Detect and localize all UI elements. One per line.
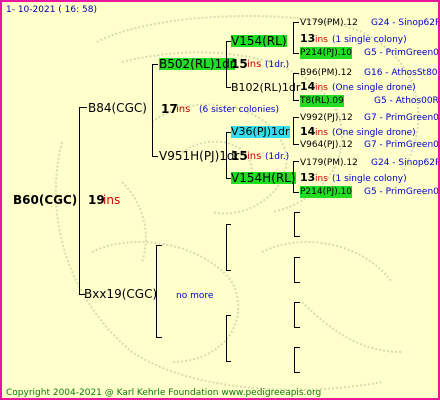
g2-connector-bottom [293, 100, 299, 101]
queen-p2[interactable]: Bxx19(CGC) [84, 288, 157, 300]
g3-connector-bottom [293, 144, 299, 145]
queen-p1a[interactable]: B502(RL)1dr [159, 58, 235, 70]
g3-count: 14 [300, 125, 316, 138]
empty-branch-f-bottom [294, 372, 300, 373]
empty-branch-b-bottom [226, 361, 231, 362]
empty-branch-d-bottom [294, 282, 300, 283]
empty-branch-c [294, 212, 295, 237]
empty-branch-a [226, 224, 227, 271]
p1-connector-top [152, 64, 158, 65]
g3-connector-top [293, 117, 299, 118]
empty-branch-b [226, 315, 227, 362]
g4-connector-top [293, 161, 299, 162]
empty-branch-d-top [294, 257, 300, 258]
p2-connector-bottom [156, 337, 162, 338]
p1-ins: ins [176, 104, 191, 115]
leaf-10-right: G5 - PrimGreen00 [364, 187, 440, 197]
leaf-9-note: (1 single colony) [332, 174, 407, 184]
p2-note: no more [176, 291, 214, 301]
leaf-2-ins: ins [315, 35, 328, 45]
leaf-2-count: 13 [300, 32, 316, 45]
p1b-note: (1dr.) [265, 152, 290, 162]
g3-ins: ins [315, 128, 328, 138]
p1-note: (6 sister colonies) [199, 105, 280, 115]
empty-branch-a-top [226, 224, 231, 225]
empty-branch-b-top [226, 315, 231, 316]
empty-branch-f-top [294, 347, 300, 348]
leaf-6-left[interactable]: V992(PJ).12 [300, 112, 353, 124]
leaf-6-right: G7 - PrimGreen00 [364, 113, 440, 123]
empty-branch-c-bottom [294, 236, 300, 237]
g2-connector [293, 73, 294, 101]
empty-branch-c-top [294, 212, 300, 213]
g4-connector-bottom [293, 192, 299, 193]
pedigree-frame: 1- 10-2021 ( 16: 58) B60(CGC) 19 ins B84… [0, 0, 440, 400]
p1-connector-bottom [152, 156, 158, 157]
leaf-9-count: 13 [300, 171, 316, 184]
g2-ins: ins [315, 83, 328, 93]
g4-connector [293, 161, 294, 193]
copyright-footer: Copyright 2004-2021 @ Karl Kehrle Founda… [6, 388, 322, 398]
g2-connector-top [293, 73, 299, 74]
root-connector [79, 107, 80, 295]
queen-p1b[interactable]: V951H(PJ)1dr [159, 150, 239, 162]
queen-g1[interactable]: V154(RL) [231, 35, 287, 47]
leaf-5-left[interactable]: T8(RL).09 [300, 95, 344, 107]
empty-branch-e [294, 302, 295, 328]
leaf-7-right: G7 - PrimGreen00 [364, 140, 440, 150]
leaf-3-left[interactable]: P214(PJ).10 [300, 47, 353, 59]
empty-branch-f [294, 347, 295, 373]
p1b-ins: ins [247, 151, 262, 162]
leaf-4-right: G16 - AthosSt80R [364, 68, 440, 78]
queen-g3[interactable]: V36(PJ)1dr [231, 126, 290, 138]
empty-branch-e-bottom [294, 327, 300, 328]
p1a-count: 15 [231, 57, 248, 71]
queen-g2[interactable]: B102(RL)1dr [231, 82, 300, 94]
g3-note: (One single drone) [332, 128, 416, 138]
leaf-9-ins: ins [315, 174, 328, 184]
empty-branch-e-top [294, 302, 300, 303]
g1-connector-bottom [293, 53, 299, 54]
p1a-note: (1dr.) [265, 60, 290, 70]
g1-connector [293, 22, 294, 54]
leaf-8-left[interactable]: V179(PM).12 [300, 157, 358, 169]
p2-connector [156, 245, 157, 338]
p1-connector [152, 64, 153, 157]
leaf-10-left[interactable]: P214(PJ).10 [300, 186, 353, 198]
leaf-3-right: G5 - PrimGreen00 [364, 48, 440, 58]
queen-p1[interactable]: B84(CGC) [88, 102, 147, 114]
p1b-count: 15 [231, 149, 248, 163]
root-ins: ins [103, 193, 121, 207]
queen-g4[interactable]: V154H(RL) [231, 172, 296, 184]
leaf-4-left[interactable]: B96(PM).12 [300, 67, 352, 79]
g1-connector-top [293, 22, 299, 23]
empty-branch-a-bottom [226, 270, 231, 271]
empty-branch-d [294, 257, 295, 283]
leaf-1-left[interactable]: V179(PM).12 [300, 17, 358, 29]
leaf-8-right: G24 - Sinop62R [371, 158, 440, 168]
timestamp: 1- 10-2021 ( 16: 58) [6, 5, 97, 15]
leaf-2-note: (1 single colony) [332, 35, 407, 45]
g3-connector [293, 117, 294, 145]
g2-count: 14 [300, 80, 316, 93]
leaf-1-right: G24 - Sinop62R [371, 18, 440, 28]
queen-root[interactable]: B60(CGC) [13, 194, 77, 206]
p1a-ins: ins [247, 59, 262, 70]
g2-note: (One single drone) [332, 83, 416, 93]
p1b-connector [226, 132, 227, 179]
leaf-7-left[interactable]: V964(PJ).12 [300, 139, 353, 151]
p2-connector-top [156, 245, 162, 246]
p1a-connector [226, 41, 227, 88]
leaf-5-right: G5 - Athos00R [374, 96, 439, 106]
root-connector-top [79, 107, 87, 108]
